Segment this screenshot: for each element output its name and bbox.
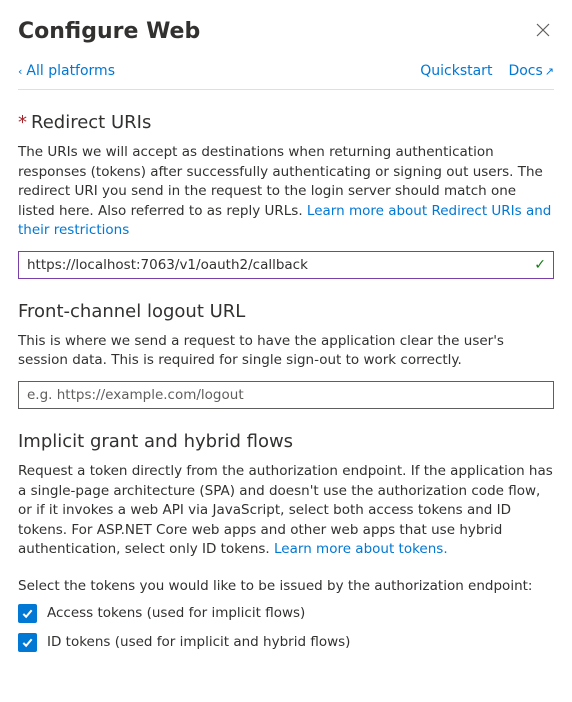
chevron-left-icon: ‹ <box>18 65 22 78</box>
redirect-uris-description: The URIs we will accept as destinations … <box>18 143 554 241</box>
redirect-uri-input[interactable] <box>18 251 554 279</box>
id-tokens-checkbox[interactable] <box>18 633 37 652</box>
logout-heading: Front-channel logout URL <box>18 301 554 322</box>
access-tokens-row: Access tokens (used for implicit flows) <box>18 604 554 623</box>
back-all-platforms-link[interactable]: ‹ All platforms <box>18 63 115 79</box>
implicit-grant-section: Implicit grant and hybrid flows Request … <box>18 431 554 652</box>
docs-link-label: Docs <box>508 63 542 79</box>
logout-url-input-wrap <box>18 381 554 409</box>
close-icon[interactable] <box>532 18 554 45</box>
front-channel-logout-section: Front-channel logout URL This is where w… <box>18 301 554 409</box>
external-link-icon: ↗ <box>545 65 554 78</box>
back-link-label: All platforms <box>26 63 115 79</box>
nav-right: Quickstart Docs↗ <box>420 63 554 79</box>
redirect-uri-input-wrap: ✓ <box>18 251 554 279</box>
required-asterisk: * <box>18 112 27 133</box>
token-select-prompt: Select the tokens you would like to be i… <box>18 578 554 594</box>
id-tokens-label: ID tokens (used for implicit and hybrid … <box>47 634 350 650</box>
panel-header: Configure Web <box>18 18 554 45</box>
redirect-uris-section: *Redirect URIs The URIs we will accept a… <box>18 112 554 279</box>
quickstart-link[interactable]: Quickstart <box>420 63 492 79</box>
implicit-heading: Implicit grant and hybrid flows <box>18 431 554 452</box>
tokens-learn-more-link[interactable]: Learn more about tokens. <box>274 541 448 557</box>
access-tokens-checkbox[interactable] <box>18 604 37 623</box>
docs-link[interactable]: Docs↗ <box>508 63 554 79</box>
id-tokens-row: ID tokens (used for implicit and hybrid … <box>18 633 554 652</box>
panel-title: Configure Web <box>18 19 200 44</box>
access-tokens-label: Access tokens (used for implicit flows) <box>47 605 305 621</box>
logout-url-input[interactable] <box>18 381 554 409</box>
implicit-description: Request a token directly from the author… <box>18 462 554 560</box>
logout-description: This is where we send a request to have … <box>18 332 554 371</box>
panel-nav: ‹ All platforms Quickstart Docs↗ <box>18 63 554 90</box>
check-icon: ✓ <box>534 257 546 273</box>
configure-web-panel: Configure Web ‹ All platforms Quickstart… <box>0 0 572 702</box>
redirect-uris-heading: *Redirect URIs <box>18 112 554 133</box>
